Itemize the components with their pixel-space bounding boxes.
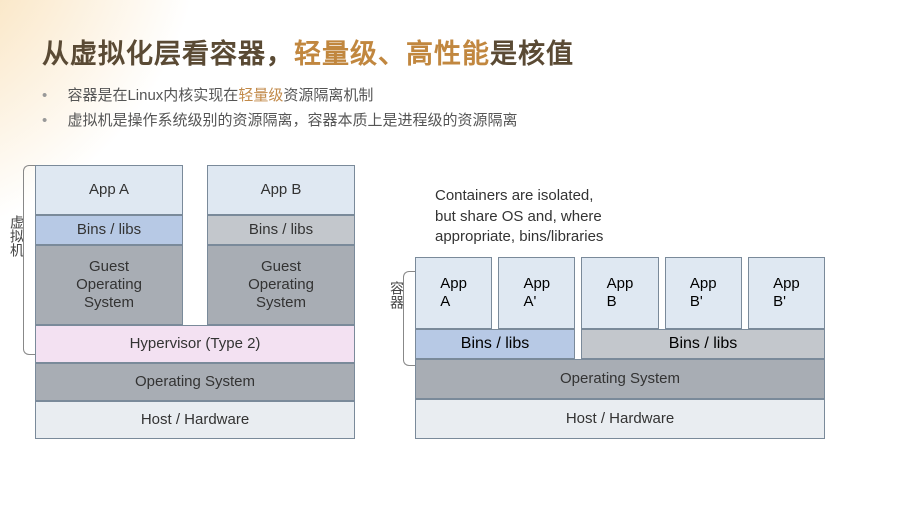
vm-diagram: 虚拟机 App A Bins / libs GuestOperatingSyst… — [35, 165, 355, 439]
vm-bins-a: Bins / libs — [35, 215, 183, 245]
bullet-list: 容器是在Linux内核实现在轻量级资源隔离机制 虚拟机是操作系统级别的资源隔离，… — [42, 80, 517, 134]
vm-app-b: App B — [207, 165, 355, 215]
vm-bracket — [23, 165, 35, 355]
container-bins-row: Bins / libs Bins / libs — [415, 329, 825, 359]
bullet-item: 虚拟机是操作系统级别的资源隔离，容器本质上是进程级的资源隔离 — [42, 109, 517, 130]
vm-bins-b: Bins / libs — [207, 215, 355, 245]
container-note: Containers are isolated,but share OS and… — [435, 186, 825, 247]
slide-title: 从虚拟化层看容器，轻量级、高性能是核值 — [42, 32, 574, 71]
container-app: AppA' — [498, 257, 575, 329]
vm-host: Host / Hardware — [35, 401, 355, 439]
bullet-item: 容器是在Linux内核实现在轻量级资源隔离机制 — [42, 84, 517, 105]
container-bins-left: Bins / libs — [415, 329, 575, 359]
vm-guest-a: GuestOperatingSystem — [35, 245, 183, 325]
container-host: Host / Hardware — [415, 399, 825, 439]
container-app: AppB' — [665, 257, 742, 329]
container-os: Operating System — [415, 359, 825, 399]
container-app: AppB — [581, 257, 658, 329]
container-bracket — [403, 271, 415, 366]
container-app: AppB' — [748, 257, 825, 329]
container-apps-row: AppA AppA' AppB AppB' AppB' — [415, 257, 825, 329]
container-app: AppA — [415, 257, 492, 329]
container-bins-right: Bins / libs — [581, 329, 825, 359]
vm-app-a: App A — [35, 165, 183, 215]
container-diagram: Containers are isolated,but share OS and… — [415, 186, 825, 439]
diagrams-container: 虚拟机 App A Bins / libs GuestOperatingSyst… — [35, 165, 825, 439]
vm-hypervisor: Hypervisor (Type 2) — [35, 325, 355, 363]
vm-os: Operating System — [35, 363, 355, 401]
vm-guest-b: GuestOperatingSystem — [207, 245, 355, 325]
